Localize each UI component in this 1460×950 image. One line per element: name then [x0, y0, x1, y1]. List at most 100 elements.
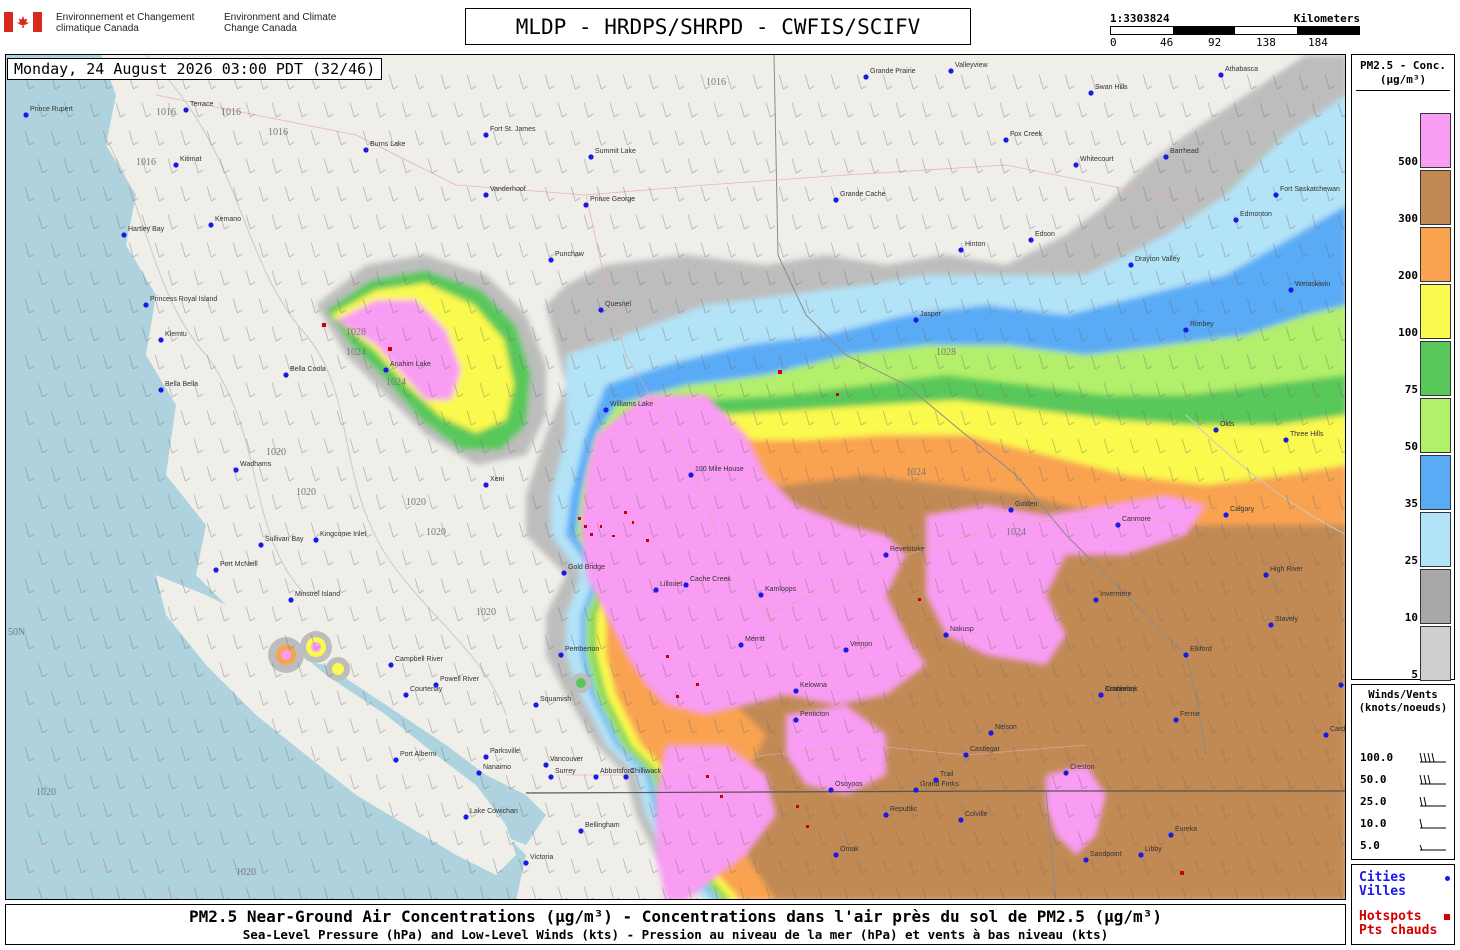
city-name: Libby — [1145, 846, 1162, 853]
city-name: Pemberton — [565, 646, 599, 653]
city-marker — [388, 662, 394, 668]
city-name: Kemano — [215, 216, 241, 223]
city-name: Victoria — [530, 854, 553, 861]
legend-swatch — [1420, 626, 1451, 681]
wind-barb-icon — [1419, 796, 1446, 807]
city-marker — [313, 537, 319, 543]
city-marker — [213, 567, 219, 573]
city-marker — [758, 592, 764, 598]
forecast-map[interactable]: 1016 1016 1016 1016 1016 1020 1020 1020 1020 1020… — [5, 54, 1346, 900]
city-name: Terrace — [190, 101, 213, 108]
city-marker — [403, 692, 409, 698]
city-name: Klemtu — [165, 331, 187, 338]
city-name: Kimberley — [1105, 686, 1137, 693]
city-marker — [1115, 522, 1121, 528]
city-marker — [988, 730, 994, 736]
city-name: Prince George — [590, 196, 635, 203]
scale-ratio: 1:3303824 — [1110, 12, 1170, 25]
city-name: Merritt — [745, 636, 765, 643]
pm25-legend: PM2.5 - Conc. (μg/m³) 500 300 200 100 75 50 35 2… — [1351, 54, 1455, 681]
city-name: Calgary — [1230, 506, 1255, 513]
city-name: Fort St. James — [490, 126, 536, 133]
city-name: Cardston — [1330, 726, 1346, 733]
map-caption: PM2.5 Near-Ground Air Concentrations (μg… — [5, 904, 1346, 945]
wind-barb-icon — [1419, 752, 1446, 763]
city-marker — [1183, 327, 1189, 333]
hotspot-square-icon — [1444, 914, 1450, 920]
city-name: Bella Bella — [165, 381, 198, 388]
city-marker — [548, 257, 554, 263]
city-name: Xeni — [490, 476, 504, 483]
caption-line2: Sea-Level Pressure (hPa) and Low-Level W… — [242, 927, 1109, 942]
city-marker — [833, 852, 839, 858]
isobar-label: 1024 — [906, 467, 926, 478]
legend-swatch — [1420, 398, 1451, 453]
city-marker — [1213, 427, 1219, 433]
city-name: Swan Hills — [1095, 84, 1128, 91]
latitude-label: 50N — [8, 627, 25, 638]
city-name: Penticton — [800, 711, 829, 718]
city-name: Lillooet — [660, 581, 682, 588]
city-name: Powell River — [440, 676, 480, 683]
city-marker — [183, 107, 189, 113]
forecast-timestamp: Monday, 24 August 2026 03:00 PDT (32/46) — [7, 58, 383, 80]
city-name: Lake Cowichan — [470, 808, 518, 815]
city-marker — [943, 632, 949, 638]
city-marker — [1218, 72, 1224, 78]
city-name: Colville — [965, 811, 988, 818]
city-name: Nakusp — [950, 626, 974, 633]
hotspots-label-en: Hotspots — [1359, 909, 1422, 924]
city-marker — [883, 552, 889, 558]
city-marker — [363, 147, 369, 153]
city-marker — [1223, 512, 1229, 518]
legend-swatch — [1420, 341, 1451, 396]
legend-level-label: 50 — [1404, 440, 1418, 453]
legend-level-label: 200 — [1398, 269, 1418, 282]
city-name: Fox Creek — [1010, 131, 1043, 138]
city-name: Kamloops — [765, 586, 797, 593]
wind-speed-label: 25.0 — [1360, 795, 1387, 808]
city-marker — [476, 770, 482, 776]
city-name: Vanderhoof — [490, 186, 526, 193]
city-name: Williams Lake — [610, 401, 653, 408]
city-name: Vancouver — [550, 756, 584, 763]
city-name: Revelstoke — [890, 546, 925, 553]
city-name: Olds — [1220, 421, 1235, 428]
city-name: Athabasca — [1225, 66, 1258, 73]
scale-unit: Kilometers — [1293, 12, 1360, 25]
city-marker — [1268, 622, 1274, 628]
city-name: Courtenay — [410, 686, 443, 693]
city-marker — [793, 688, 799, 694]
legend-unit: (μg/m³) — [1379, 73, 1427, 86]
city-name: Edson — [1035, 231, 1055, 238]
city-marker — [1088, 90, 1094, 96]
map-canvas: 1016 101610161016101610201020102010201020… — [6, 55, 1346, 899]
city-marker — [578, 828, 584, 834]
legend-level-label: 10 — [1404, 611, 1418, 624]
eccc-logo: Environnement et Changement climatique C… — [4, 12, 360, 34]
city-name: Republic — [890, 806, 918, 813]
city-name: Whitecourt — [1080, 156, 1114, 163]
city-name: Summit Lake — [595, 148, 636, 155]
wind-barb-icon — [1419, 774, 1446, 785]
city-marker — [583, 202, 589, 208]
city-marker — [23, 112, 29, 118]
legend-swatch — [1420, 227, 1451, 282]
legend-swatch — [1420, 284, 1451, 339]
city-marker — [121, 232, 127, 238]
hotspots-label-fr: Pts chauds — [1359, 923, 1438, 938]
city-name: Gold Bridge — [568, 564, 605, 571]
city-marker — [1283, 437, 1289, 443]
city-name: 100 Mile House — [695, 466, 744, 473]
city-name: Barrhead — [1170, 148, 1199, 155]
cities-label-en: Cities — [1359, 870, 1406, 885]
city-name: High River — [1270, 566, 1303, 573]
scale-ticks: 0 46 92 138 184 — [1110, 35, 1360, 49]
city-marker — [288, 597, 294, 603]
isobar-label: 1020 — [406, 497, 426, 508]
city-name: Quesnel — [605, 301, 632, 308]
legend-level-label: 5 — [1411, 668, 1418, 681]
city-name: Campbell River — [395, 656, 444, 663]
city-name: Trail — [940, 771, 954, 778]
city-name: Nelson — [995, 724, 1017, 731]
